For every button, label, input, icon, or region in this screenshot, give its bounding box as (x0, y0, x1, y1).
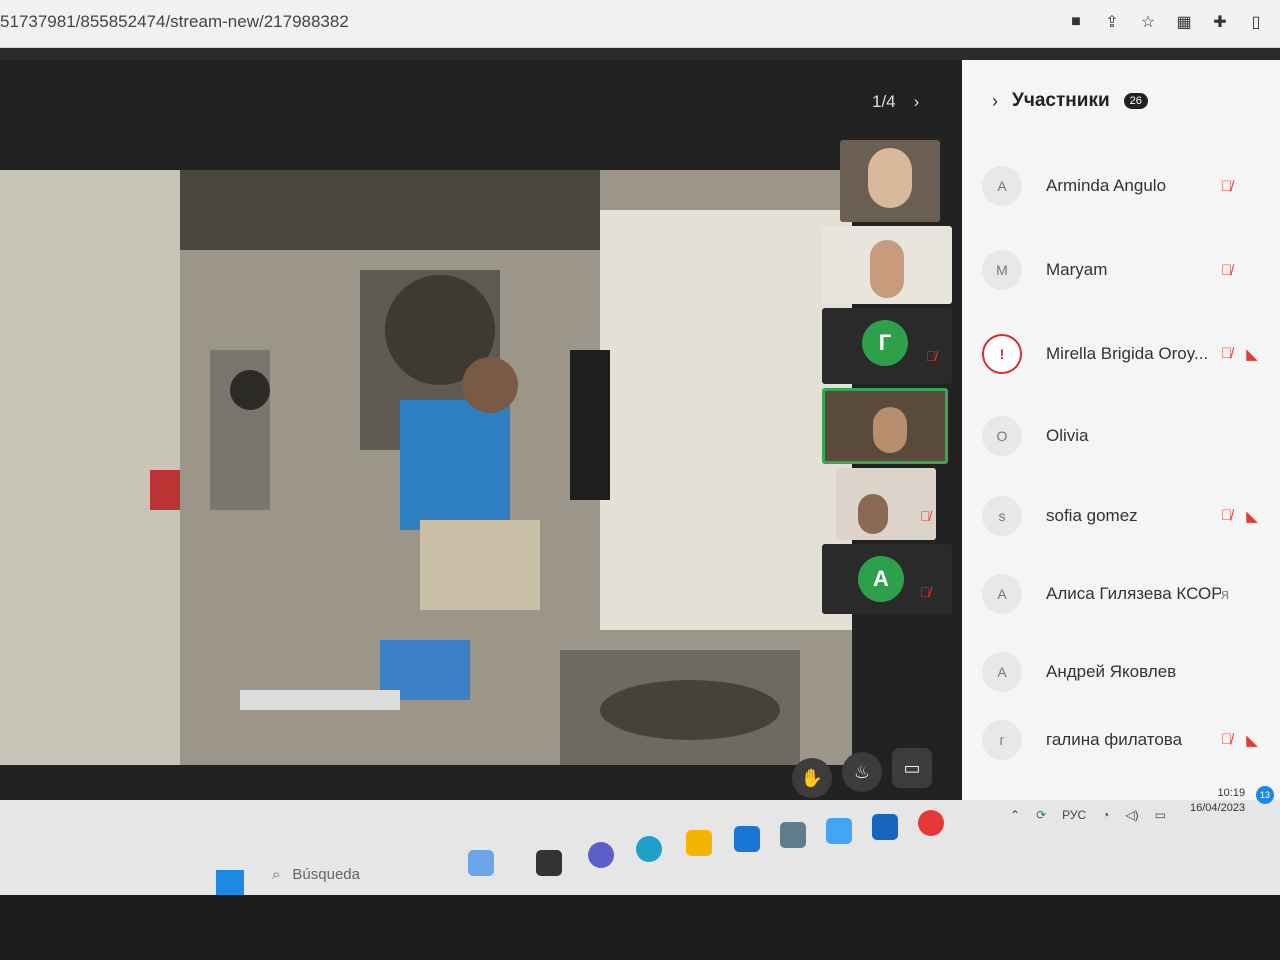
participant-tile-3[interactable]: Г 🎙̸ (822, 308, 952, 384)
camera-off-icon: ◣ (1246, 346, 1258, 363)
clock[interactable]: 10:19 16/04/2023 (1190, 786, 1245, 816)
mic-off-icon: 🎙̸ (926, 348, 937, 364)
volume-icon[interactable]: ◁) (1125, 808, 1138, 822)
raise-hand-button[interactable]: ✋ (792, 758, 832, 798)
share-icon[interactable]: ⇪ (1102, 12, 1122, 32)
screen: 51737981/855852474/stream-new/217988382 … (0, 0, 1280, 960)
system-tray: ⌃ ⟳ РУС ◔ ◁) ▭ (1010, 800, 1166, 830)
language-indicator[interactable]: РУС (1062, 808, 1086, 822)
mic-off-icon: 🎙̸ (920, 508, 931, 524)
chrome-icon[interactable] (918, 810, 944, 836)
participant-suffix: я (1221, 585, 1230, 603)
participant-initial: А (982, 652, 1022, 692)
monitor-bezel (0, 895, 1280, 960)
battery-icon[interactable]: ▭ (1155, 808, 1166, 822)
extensions-icon[interactable]: ✚ (1210, 12, 1230, 32)
participant-name: sofia gomez (1046, 506, 1138, 525)
camera-off-icon: ◣ (1246, 732, 1258, 749)
participant-name: Arminda Angulo (1046, 176, 1167, 195)
chevron-right-icon[interactable]: › (914, 92, 920, 112)
participant-name: Алиса Гилязева КСОР... (1046, 584, 1221, 603)
mic-off-icon: 🎙̸ (1221, 345, 1233, 362)
taskbar-search[interactable]: ⌕ Búsqueda (272, 866, 360, 883)
url-text[interactable]: 51737981/855852474/stream-new/217988382 (0, 12, 349, 32)
mic-off-icon: 🎙̸ (1221, 261, 1233, 279)
participant-initial: A (982, 166, 1022, 206)
participant-tile-4-active[interactable] (822, 388, 948, 464)
participant-row[interactable]: ! Mirella Brigida Oroy... 🎙̸ ◣ (982, 330, 1280, 378)
main-video-stream[interactable] (0, 170, 852, 765)
participant-video-face (868, 148, 912, 208)
file-explorer-icon[interactable] (686, 830, 712, 856)
participant-tile-6[interactable]: А 🎙̸ (822, 544, 952, 614)
pager-text: 1/4 (872, 92, 896, 111)
mic-off-icon: 🎙̸ (1221, 507, 1233, 524)
camera-icon[interactable]: ■ (1066, 12, 1086, 32)
chevron-right-icon[interactable]: › (992, 91, 998, 112)
browser-toolbar-icons: ■ ⇪ ☆ ▦ ✚ ▯ (1066, 12, 1266, 32)
camera-app-icon[interactable] (780, 822, 806, 848)
widgets-icon[interactable] (468, 850, 494, 876)
clock-date: 16/04/2023 (1190, 802, 1246, 814)
participant-name: галина филатова (1046, 730, 1183, 749)
participants-title: Участники (1012, 90, 1110, 111)
sidebar-icon[interactable]: ▯ (1246, 12, 1266, 32)
search-placeholder: Búsqueda (292, 866, 360, 883)
participant-name: Андрей Яковлев (1046, 662, 1177, 681)
participant-video-face (858, 494, 888, 534)
participant-initial: г (982, 720, 1022, 760)
participant-row[interactable]: А Андрей Яковлев (982, 648, 1280, 696)
participant-avatar: А (858, 556, 904, 602)
mail-icon[interactable] (734, 826, 760, 852)
participant-tile-1[interactable] (840, 140, 940, 222)
clock-time: 10:19 (1217, 787, 1246, 799)
wifi-icon[interactable]: ◔ (1102, 808, 1109, 822)
participant-tile-5[interactable]: 🎙̸ (836, 468, 936, 540)
participant-name: Maryam (1046, 260, 1108, 279)
participant-row[interactable]: A Arminda Angulo 🎙̸ (982, 162, 1280, 210)
participant-name: Mirella Brigida Oroy... (1046, 344, 1209, 363)
mic-off-icon: 🎙̸ (920, 584, 931, 600)
sync-icon[interactable]: ⟳ (1036, 808, 1046, 822)
mic-off-icon: 🎙̸ (1221, 177, 1233, 195)
station-interior-image (0, 170, 852, 765)
participant-tile-2[interactable] (822, 226, 952, 304)
word-icon[interactable] (872, 814, 898, 840)
participant-avatar: Г (862, 320, 908, 366)
qr-code-icon[interactable]: ▦ (1174, 12, 1194, 32)
participant-row[interactable]: А Алиса Гилязева КСОР... я (982, 570, 1280, 618)
star-icon[interactable]: ☆ (1138, 12, 1158, 32)
participant-row[interactable]: s sofia gomez 🎙̸ ◣ (982, 492, 1280, 540)
camera-off-icon: ◣ (1246, 508, 1258, 525)
chevron-up-icon[interactable]: ⌃ (1010, 808, 1020, 822)
participants-header: › Участники 26 (992, 90, 1148, 112)
windows-start-icon[interactable] (216, 870, 244, 898)
browser-address-bar: 51737981/855852474/stream-new/217988382 … (0, 0, 1280, 48)
photos-icon[interactable] (826, 818, 852, 844)
participant-initial: А (982, 574, 1022, 614)
layout-toggle-button[interactable]: ▭ (892, 748, 932, 788)
participant-name: Olivia (1046, 426, 1089, 445)
participant-video-face (870, 240, 904, 298)
task-view-icon[interactable] (536, 850, 562, 876)
warning-icon: ! (982, 334, 1022, 374)
notification-badge[interactable]: 13 (1256, 786, 1274, 804)
participant-row[interactable]: M Maryam 🎙̸ (982, 246, 1280, 294)
chat-icon[interactable] (588, 842, 614, 868)
participant-row[interactable]: O Olivia (982, 412, 1280, 460)
participant-initial: s (982, 496, 1022, 536)
reactions-button[interactable]: ♨ (842, 752, 882, 792)
mic-off-icon: 🎙̸ (1221, 731, 1233, 748)
participant-initial: M (982, 250, 1022, 290)
participant-initial: O (982, 416, 1022, 456)
participant-video-face (873, 407, 907, 453)
edge-browser-icon[interactable] (636, 836, 662, 862)
participant-row[interactable]: г галина филатова 🎙̸ ◣ (982, 716, 1280, 764)
participants-count-badge: 26 (1123, 93, 1148, 109)
search-icon: ⌕ (272, 866, 281, 883)
tile-pager: 1/4 › (872, 92, 919, 112)
participants-panel: › Участники 26 A Arminda Angulo 🎙̸ M Mar… (962, 60, 1280, 800)
